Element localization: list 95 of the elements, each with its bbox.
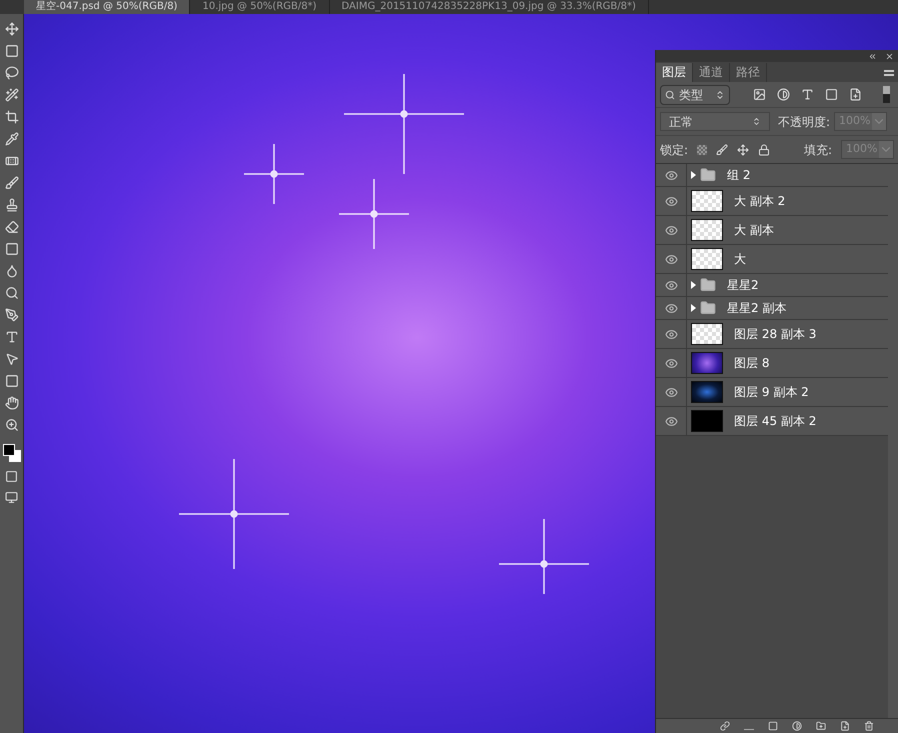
layer-row[interactable]: 图层 8	[656, 349, 888, 378]
brush-tool-icon[interactable]	[4, 176, 18, 190]
layer-name: 大 副本	[734, 222, 774, 239]
filter-toggle[interactable]	[883, 86, 890, 103]
transparent-thumbnail	[691, 219, 723, 241]
layer-name: 图层 45 副本 2	[734, 413, 816, 430]
hand-tool-icon[interactable]	[4, 396, 18, 410]
stars-thumbnail	[691, 381, 723, 403]
layer-row[interactable]: 大	[656, 245, 888, 274]
collapse-icon[interactable]	[868, 52, 877, 60]
filter-dropdown[interactable]: 类型	[660, 84, 730, 104]
new-layer-icon[interactable]	[840, 721, 850, 731]
solid-fill-thumbnail	[691, 410, 723, 432]
transparent-thumbnail	[691, 248, 723, 270]
document-tab[interactable]: 星空-047.psd @ 50%(RGB/8)	[24, 0, 190, 14]
layer-name: 组 2	[727, 167, 750, 184]
layer-name: 图层 28 副本 3	[734, 326, 816, 343]
move-tool-icon[interactable]	[4, 22, 18, 36]
bandage-tool-icon[interactable]	[4, 154, 18, 168]
layer-row[interactable]: 星星2	[656, 274, 888, 297]
folder-icon	[700, 167, 716, 183]
lock-position-icon[interactable]	[737, 144, 750, 156]
layer-name: 图层 9 副本 2	[734, 384, 809, 401]
zoom-tool-icon[interactable]	[4, 418, 18, 432]
folder-icon	[700, 277, 716, 293]
lock-brush-icon[interactable]	[716, 144, 728, 156]
eye-icon[interactable]	[664, 252, 678, 266]
panel-tab[interactable]: 通道	[693, 63, 730, 82]
trash-icon[interactable]	[864, 721, 874, 731]
crop-tool-icon[interactable]	[4, 110, 18, 124]
opacity-label: 不透明度:	[778, 114, 830, 130]
layer-name: 星星2 副本	[727, 300, 786, 317]
eye-icon[interactable]	[664, 302, 678, 314]
layer-name: 大	[734, 251, 746, 268]
eye-icon[interactable]	[664, 168, 678, 182]
eye-icon[interactable]	[664, 356, 678, 370]
eye-icon[interactable]	[664, 224, 678, 236]
caret-icon	[872, 113, 886, 130]
search-icon	[665, 90, 675, 100]
layer-row[interactable]: 大 副本	[656, 216, 888, 245]
blend-mode-value: 正常	[669, 114, 694, 130]
eraser-tool-icon[interactable]	[4, 220, 18, 234]
blend-mode-dropdown[interactable]: 正常	[660, 112, 770, 131]
marquee-tool-icon[interactable]	[4, 44, 18, 58]
adjustment-icon[interactable]	[792, 721, 802, 731]
lock-icon[interactable]	[758, 144, 770, 156]
eye-icon[interactable]	[664, 386, 678, 398]
pointer-tool-icon[interactable]	[4, 352, 18, 366]
image-filter-icon[interactable]	[753, 88, 766, 101]
eye-icon[interactable]	[664, 278, 678, 292]
layer-row[interactable]: 大 副本 2	[656, 187, 888, 216]
smart-object-filter-icon[interactable]	[849, 88, 862, 101]
new-group-icon[interactable]	[816, 721, 826, 731]
galaxy-thumbnail	[691, 352, 723, 374]
quick-mask-icon[interactable]	[5, 470, 18, 483]
filter-value: 类型	[679, 86, 704, 104]
layer-row[interactable]: 组 2	[656, 164, 888, 187]
layer-row[interactable]: 星星2 副本	[656, 297, 888, 320]
eye-icon[interactable]	[664, 194, 678, 208]
type-tool-icon[interactable]	[4, 330, 18, 344]
shape-filter-icon[interactable]	[825, 88, 838, 101]
layer-row[interactable]: 图层 9 副本 2	[656, 378, 888, 407]
folder-icon	[700, 300, 716, 316]
wand-tool-icon[interactable]	[4, 88, 18, 102]
color-swatches[interactable]	[2, 444, 20, 462]
panel-tab[interactable]: 路径	[730, 63, 767, 82]
shape-tool-icon[interactable]	[4, 374, 18, 388]
panel-menu-icon[interactable]	[884, 70, 894, 76]
lasso-tool-icon[interactable]	[4, 66, 18, 80]
transparent-thumbnail	[691, 323, 723, 345]
eyedropper-tool-icon[interactable]	[4, 132, 18, 146]
droplet-tool-icon[interactable]	[4, 264, 18, 278]
layer-name: 星星2	[727, 277, 759, 294]
lock-transparency-icon[interactable]	[697, 144, 708, 154]
mask-icon[interactable]	[768, 721, 778, 731]
updown-icon	[715, 90, 725, 100]
adjustment-filter-icon[interactable]	[777, 88, 790, 101]
type-filter-icon[interactable]	[801, 88, 814, 101]
layer-name: 大 副本 2	[734, 193, 786, 210]
pen-tool-icon[interactable]	[4, 308, 18, 322]
eye-icon[interactable]	[664, 414, 678, 428]
lock-label: 锁定:	[660, 142, 688, 158]
transparent-thumbnail	[691, 190, 723, 212]
eye-icon[interactable]	[664, 328, 678, 340]
layer-name: 图层 8	[734, 355, 770, 372]
stamp-tool-icon[interactable]	[4, 198, 18, 212]
screen-mode-icon[interactable]	[5, 491, 18, 504]
close-icon[interactable]	[885, 52, 894, 60]
panel-tab[interactable]: 图层	[656, 63, 693, 82]
link-icon[interactable]	[720, 721, 730, 731]
caret-icon	[879, 141, 893, 158]
layer-row[interactable]: 图层 45 副本 2	[656, 407, 888, 436]
fill-label: 填充:	[804, 142, 832, 158]
updown-icon	[752, 117, 761, 126]
layer-row[interactable]: 图层 28 副本 3	[656, 320, 888, 349]
